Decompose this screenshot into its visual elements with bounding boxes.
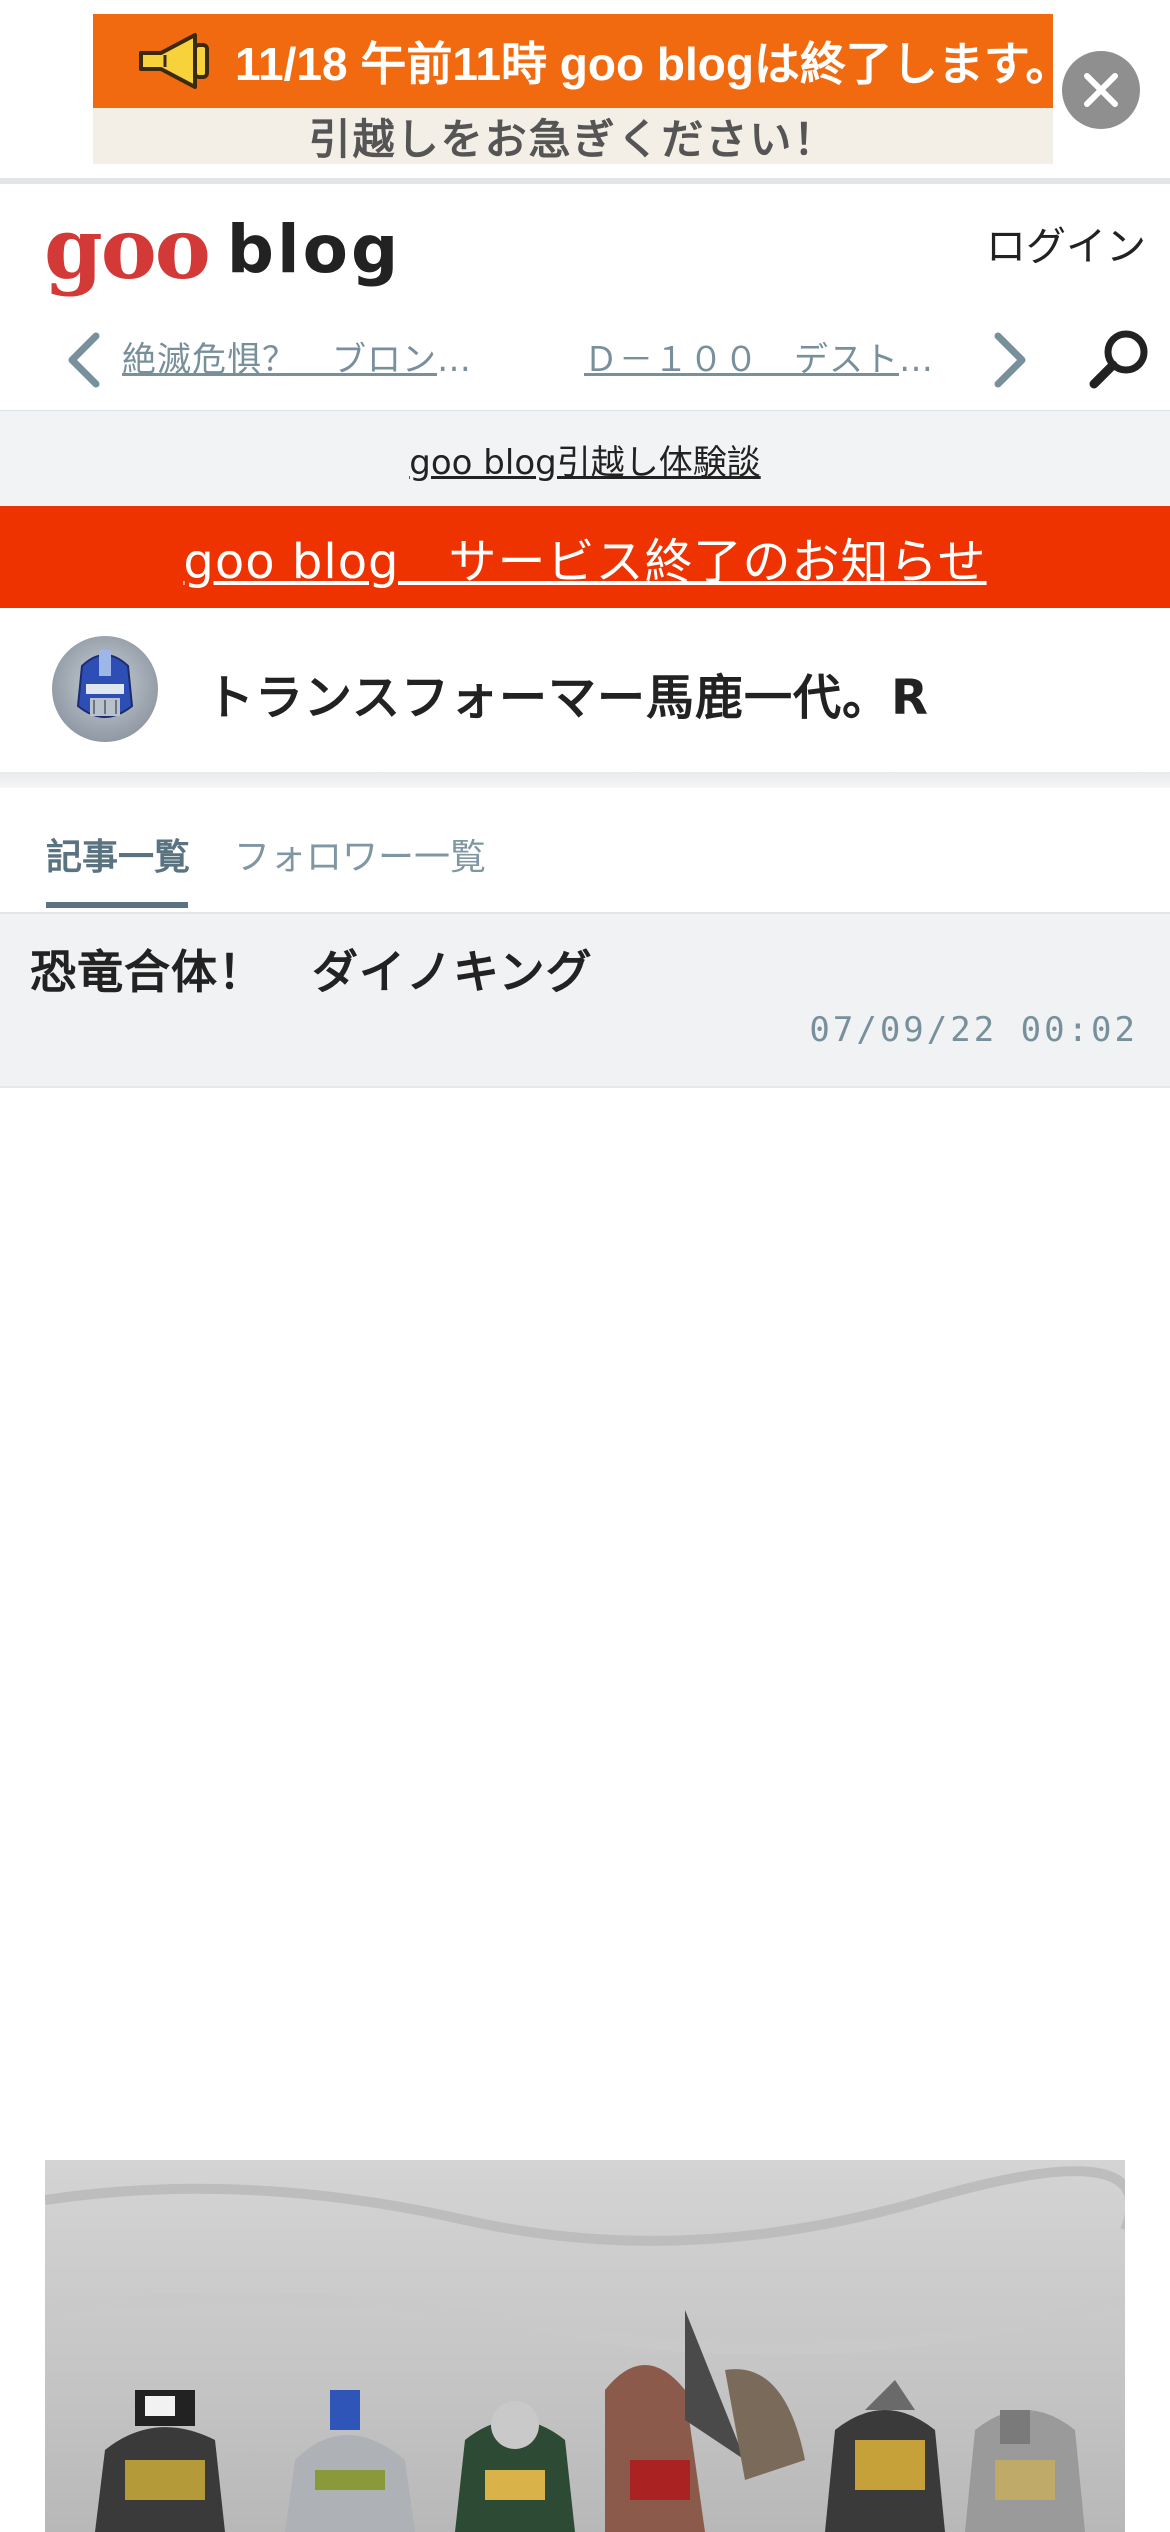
prev-article-link[interactable]: 絶滅危惧？ ブロントサウルス — [122, 332, 502, 381]
chevron-left-icon[interactable] — [60, 330, 108, 390]
goo-blog-logo[interactable]: goo blog — [44, 204, 401, 294]
next-article-link[interactable]: Ｄ－１００ デストロン — [584, 332, 946, 381]
blog-header: トランスフォーマー馬鹿一代。R — [0, 608, 1170, 773]
avatar[interactable] — [52, 636, 158, 742]
chevron-right-icon[interactable] — [986, 330, 1034, 390]
close-icon — [1084, 73, 1118, 107]
service-end-notice-link[interactable]: goo blog サービス終了のお知らせ — [183, 522, 986, 592]
tab-articles[interactable]: 記事一覧 — [46, 828, 190, 880]
article-title: 恐竜合体！ ダイノキング — [30, 945, 593, 999]
service-end-notice-bar: goo blog サービス終了のお知らせ — [0, 506, 1170, 608]
announcement-subtitle: 引越しをお急ぎください！ — [93, 108, 1053, 164]
close-banner-button[interactable] — [1062, 51, 1140, 129]
article-nav: 絶滅危惧？ ブロントサウルス Ｄ－１００ デストロン — [0, 310, 1170, 410]
migration-story-link[interactable]: goo blog引越し体験談 — [409, 435, 760, 484]
blog-tabs: 記事一覧 フォロワー一覧 — [0, 788, 1170, 915]
logo-blog: blog — [226, 210, 402, 288]
article-date: 07/09/22 00:02 — [809, 1010, 1138, 1050]
announcement-title: 11/18 午前11時 goo blogは終了します。 — [235, 38, 1072, 90]
announcement-banner[interactable]: 11/18 午前11時 goo blogは終了します。 引越しをお急ぎください！ — [93, 14, 1071, 164]
site-header: goo blog ログイン 絶滅危惧？ ブロントサウルス Ｄ－１００ デストロン — [0, 184, 1170, 410]
logo-goo: goo — [44, 199, 211, 298]
article-photo[interactable] — [45, 2160, 1125, 2532]
article-header: 恐竜合体！ ダイノキング 07/09/22 00:02 — [0, 914, 1170, 1088]
announcement-area: 11/18 午前11時 goo blogは終了します。 引越しをお急ぎください！ — [0, 0, 1170, 184]
megaphone-icon — [135, 31, 215, 91]
blog-title[interactable]: トランスフォーマー馬鹿一代。R — [206, 658, 929, 728]
tab-followers[interactable]: フォロワー一覧 — [234, 828, 486, 880]
section-shadow — [0, 772, 1170, 788]
login-link[interactable]: ログイン — [986, 214, 1146, 272]
search-icon[interactable] — [1084, 324, 1154, 394]
active-tab-indicator — [46, 902, 188, 908]
migration-story-bar: goo blog引越し体験談 — [0, 410, 1170, 507]
announcement-upper: 11/18 午前11時 goo blogは終了します。 — [93, 14, 1071, 108]
